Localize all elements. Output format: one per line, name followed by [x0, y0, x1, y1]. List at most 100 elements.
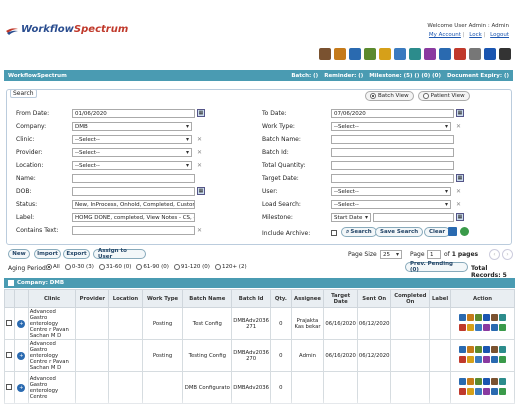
column-header[interactable]: Label: [429, 289, 452, 308]
row-action-icon[interactable]: [459, 345, 467, 353]
row-action-icon[interactable]: [499, 345, 507, 353]
expand-icon[interactable]: +: [17, 319, 26, 328]
page-number-input[interactable]: 1: [427, 250, 441, 259]
row-action-icon[interactable]: [499, 387, 507, 395]
row-action-icon[interactable]: [491, 377, 499, 385]
search-button[interactable]: ⌕ Search: [341, 227, 377, 237]
clear-clinic-icon[interactable]: ✕: [196, 136, 203, 143]
chart-icon[interactable]: [439, 48, 451, 60]
column-header[interactable]: Sent On: [356, 289, 392, 308]
patient-view-radio[interactable]: [422, 93, 429, 99]
target-date-input[interactable]: [331, 174, 454, 183]
aging-option[interactable]: 120+ (2): [214, 264, 247, 270]
row-action-icon[interactable]: [483, 313, 491, 321]
column-header[interactable]: Completed On: [390, 289, 431, 308]
users-icon[interactable]: [409, 48, 421, 60]
expand-icon[interactable]: +: [17, 383, 26, 392]
batch-count[interactable]: Batch: (): [291, 73, 318, 79]
calendar-icon[interactable]: ▦: [197, 109, 205, 117]
row-action-icon[interactable]: [499, 323, 507, 331]
prev-pending-button[interactable]: Prev. Pending (0): [405, 261, 468, 273]
row-action-icon[interactable]: [475, 355, 483, 363]
power-icon[interactable]: [499, 48, 511, 60]
row-action-icon[interactable]: [467, 355, 475, 363]
clear-button[interactable]: Clear: [424, 227, 451, 237]
expand-icon[interactable]: +: [17, 351, 26, 360]
column-header[interactable]: Action: [450, 289, 515, 308]
my-account-link[interactable]: My Account: [429, 32, 461, 38]
row-action-icon[interactable]: [467, 323, 475, 331]
calendar-icon[interactable]: [364, 48, 376, 60]
row-action-icon[interactable]: [483, 377, 491, 385]
save-search-button[interactable]: Save Search: [375, 227, 424, 237]
name-input[interactable]: [72, 174, 195, 183]
lock-link[interactable]: Lock: [469, 32, 482, 38]
column-header[interactable]: Target Date: [323, 289, 358, 308]
row-action-icon[interactable]: [499, 355, 507, 363]
save-icon[interactable]: [448, 227, 457, 236]
to-date-calendar-icon[interactable]: ▦: [456, 109, 464, 117]
milestone-select[interactable]: Start Date: [331, 213, 371, 222]
clear-work-type-icon[interactable]: ✕: [455, 123, 462, 130]
include-archive-checkbox[interactable]: [331, 230, 337, 236]
aging-option[interactable]: 91-120 (0): [173, 264, 210, 270]
row-action-icon[interactable]: [475, 387, 483, 395]
dob-calendar-icon[interactable]: ▦: [197, 187, 205, 195]
clear-contains-text-icon[interactable]: ✕: [196, 227, 203, 234]
row-action-icon[interactable]: [467, 345, 475, 353]
column-header[interactable]: Batch Id: [231, 289, 272, 308]
page-size-select[interactable]: 25: [380, 250, 402, 259]
row-checkbox[interactable]: [6, 319, 13, 326]
logout-link[interactable]: Logout: [490, 32, 509, 38]
work-type-select[interactable]: --Select--: [331, 122, 451, 131]
from-date-input[interactable]: 01/06/2020: [72, 109, 195, 118]
aging-option[interactable]: All: [46, 264, 60, 270]
batch-name-input[interactable]: [331, 135, 454, 144]
prev-page-icon[interactable]: ‹: [489, 249, 500, 260]
clear-location-icon[interactable]: ✕: [196, 162, 203, 169]
user-select[interactable]: --Select--: [331, 187, 451, 196]
row-action-icon[interactable]: [499, 377, 507, 385]
company-select[interactable]: DMB: [72, 122, 192, 131]
app-logo[interactable]: WorkflowSpectrum: [21, 24, 128, 35]
row-action-icon[interactable]: [459, 387, 467, 395]
status-multiselect[interactable]: New, InProcess, Onhold, Completed, Custo…: [72, 200, 195, 209]
home-icon[interactable]: [319, 48, 331, 60]
column-header[interactable]: Location: [108, 289, 143, 308]
row-action-icon[interactable]: [483, 323, 491, 331]
load-search-select[interactable]: --Select--: [331, 200, 451, 209]
table-row[interactable]: + Advanced Gastro enterology Centre r Pav…: [4, 339, 515, 372]
batch-view-option[interactable]: Batch View: [365, 91, 414, 101]
clear-user-icon[interactable]: ✕: [455, 188, 462, 195]
help-icon[interactable]: [484, 48, 496, 60]
checklist-icon[interactable]: [394, 48, 406, 60]
milestone-date-input[interactable]: [373, 213, 454, 222]
to-date-input[interactable]: 07/06/2020: [331, 109, 454, 118]
column-header[interactable]: Assignee: [290, 289, 325, 308]
refresh-icon[interactable]: [460, 227, 469, 236]
row-action-icon[interactable]: [475, 323, 483, 331]
row-action-icon[interactable]: [475, 345, 483, 353]
gauge-icon[interactable]: [454, 48, 466, 60]
row-action-icon[interactable]: [475, 377, 483, 385]
new-button[interactable]: New: [8, 249, 30, 259]
dob-input[interactable]: [72, 187, 195, 196]
assign-to-user-button[interactable]: Assign to User: [93, 248, 146, 260]
row-action-icon[interactable]: [459, 313, 467, 321]
row-action-icon[interactable]: [459, 355, 467, 363]
import-button[interactable]: Import: [34, 249, 61, 259]
aging-option[interactable]: 31-60 (0): [98, 264, 131, 270]
milestone-count[interactable]: Milestone: (5) () (0) (0): [369, 73, 441, 79]
row-action-icon[interactable]: [459, 323, 467, 331]
aging-option[interactable]: 0-30 (3): [64, 264, 94, 270]
folder-icon[interactable]: [379, 48, 391, 60]
patient-view-option[interactable]: Patient View: [417, 91, 470, 101]
person-icon[interactable]: [424, 48, 436, 60]
row-action-icon[interactable]: [483, 345, 491, 353]
aging-radio[interactable]: [64, 264, 71, 270]
aging-option[interactable]: 61-90 (0): [136, 264, 169, 270]
contains-text-input[interactable]: [72, 226, 195, 235]
batch-id-input[interactable]: [331, 148, 454, 157]
row-action-icon[interactable]: [483, 355, 491, 363]
row-checkbox[interactable]: [6, 351, 13, 358]
